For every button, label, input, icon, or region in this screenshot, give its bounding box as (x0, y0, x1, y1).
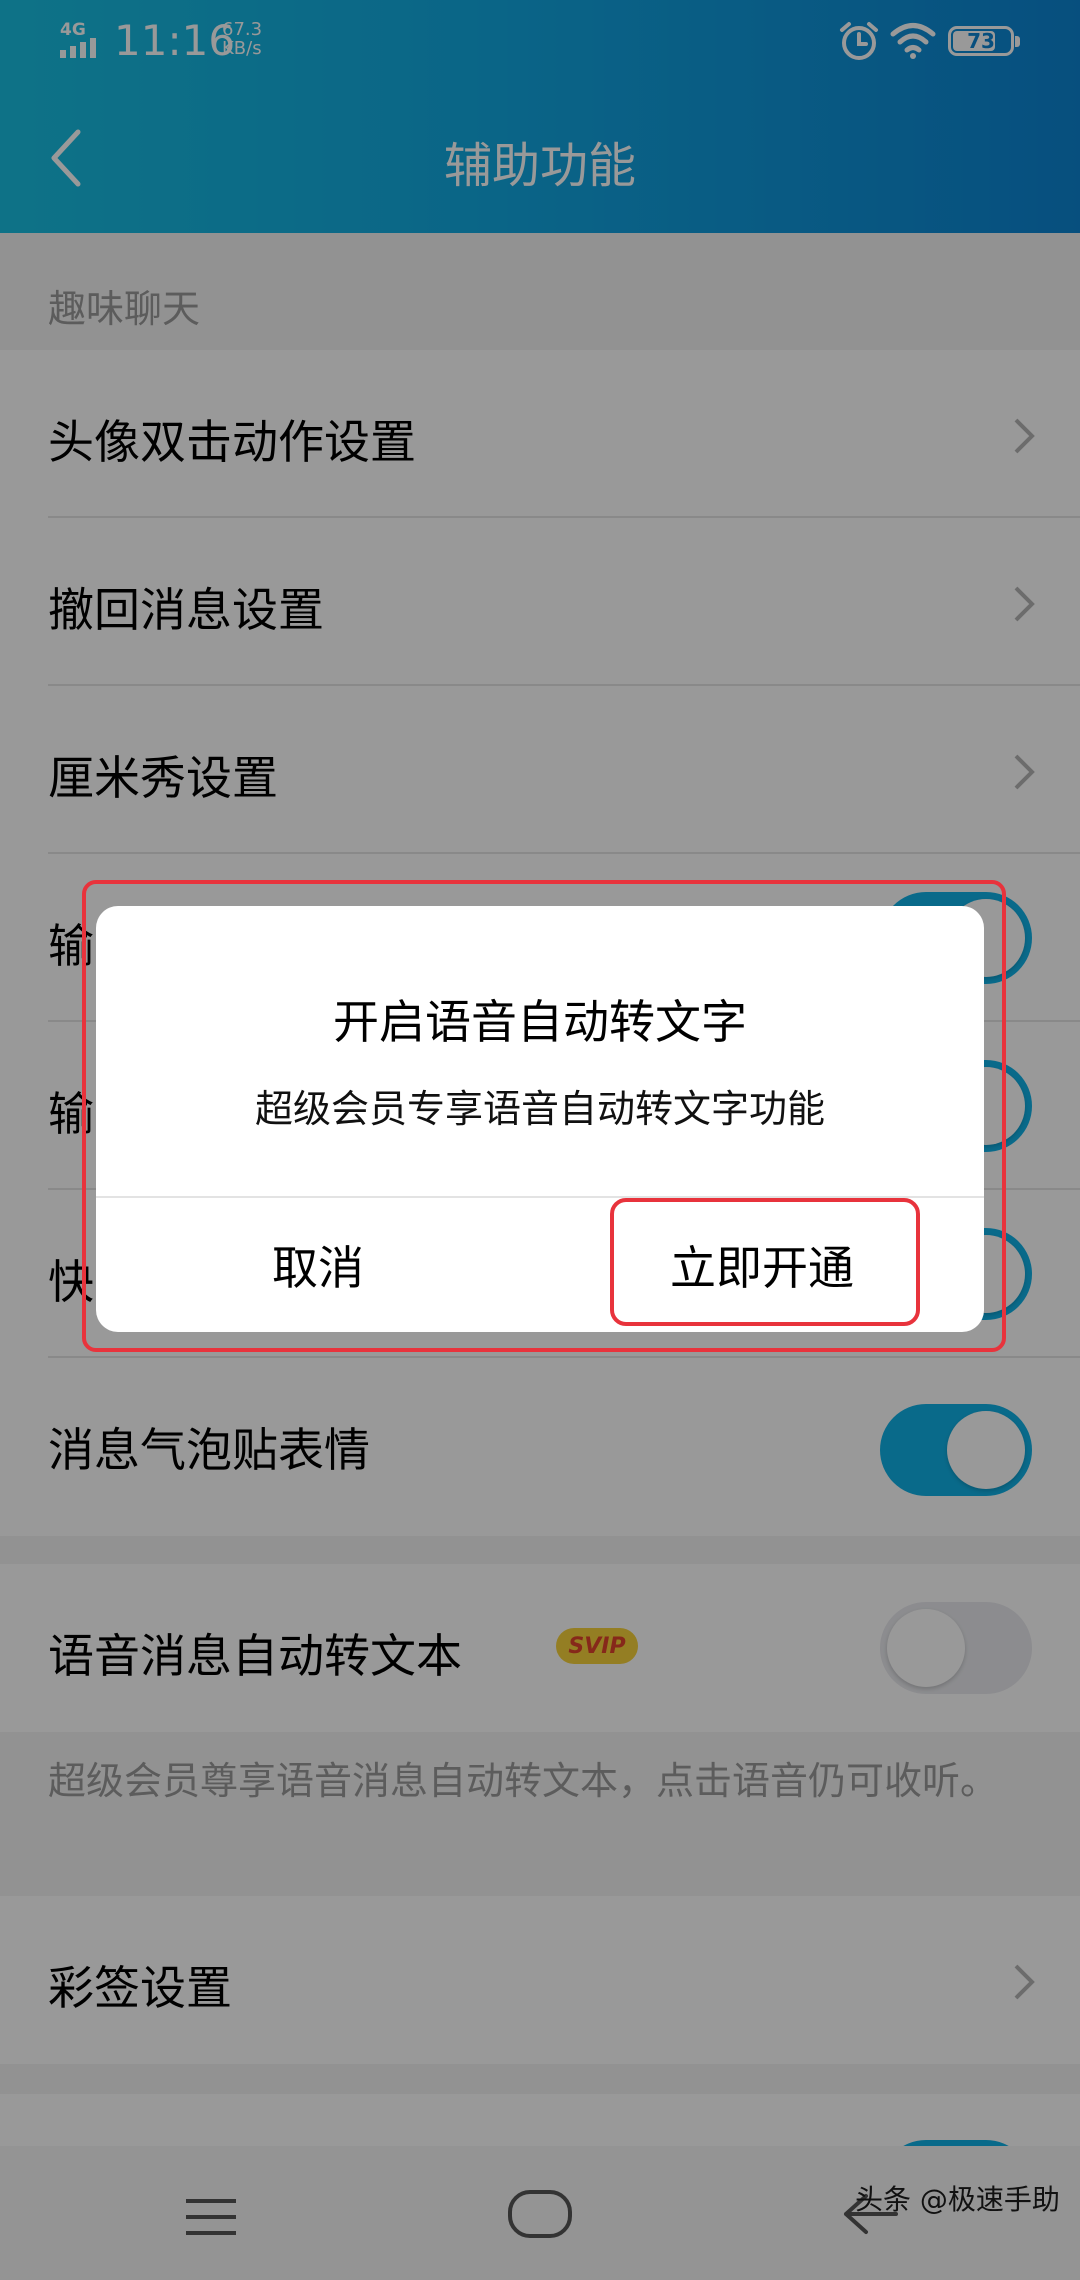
watermark: 头条 @极速手助 (855, 2183, 1060, 2216)
confirm-highlight-annotation (610, 1198, 920, 1326)
